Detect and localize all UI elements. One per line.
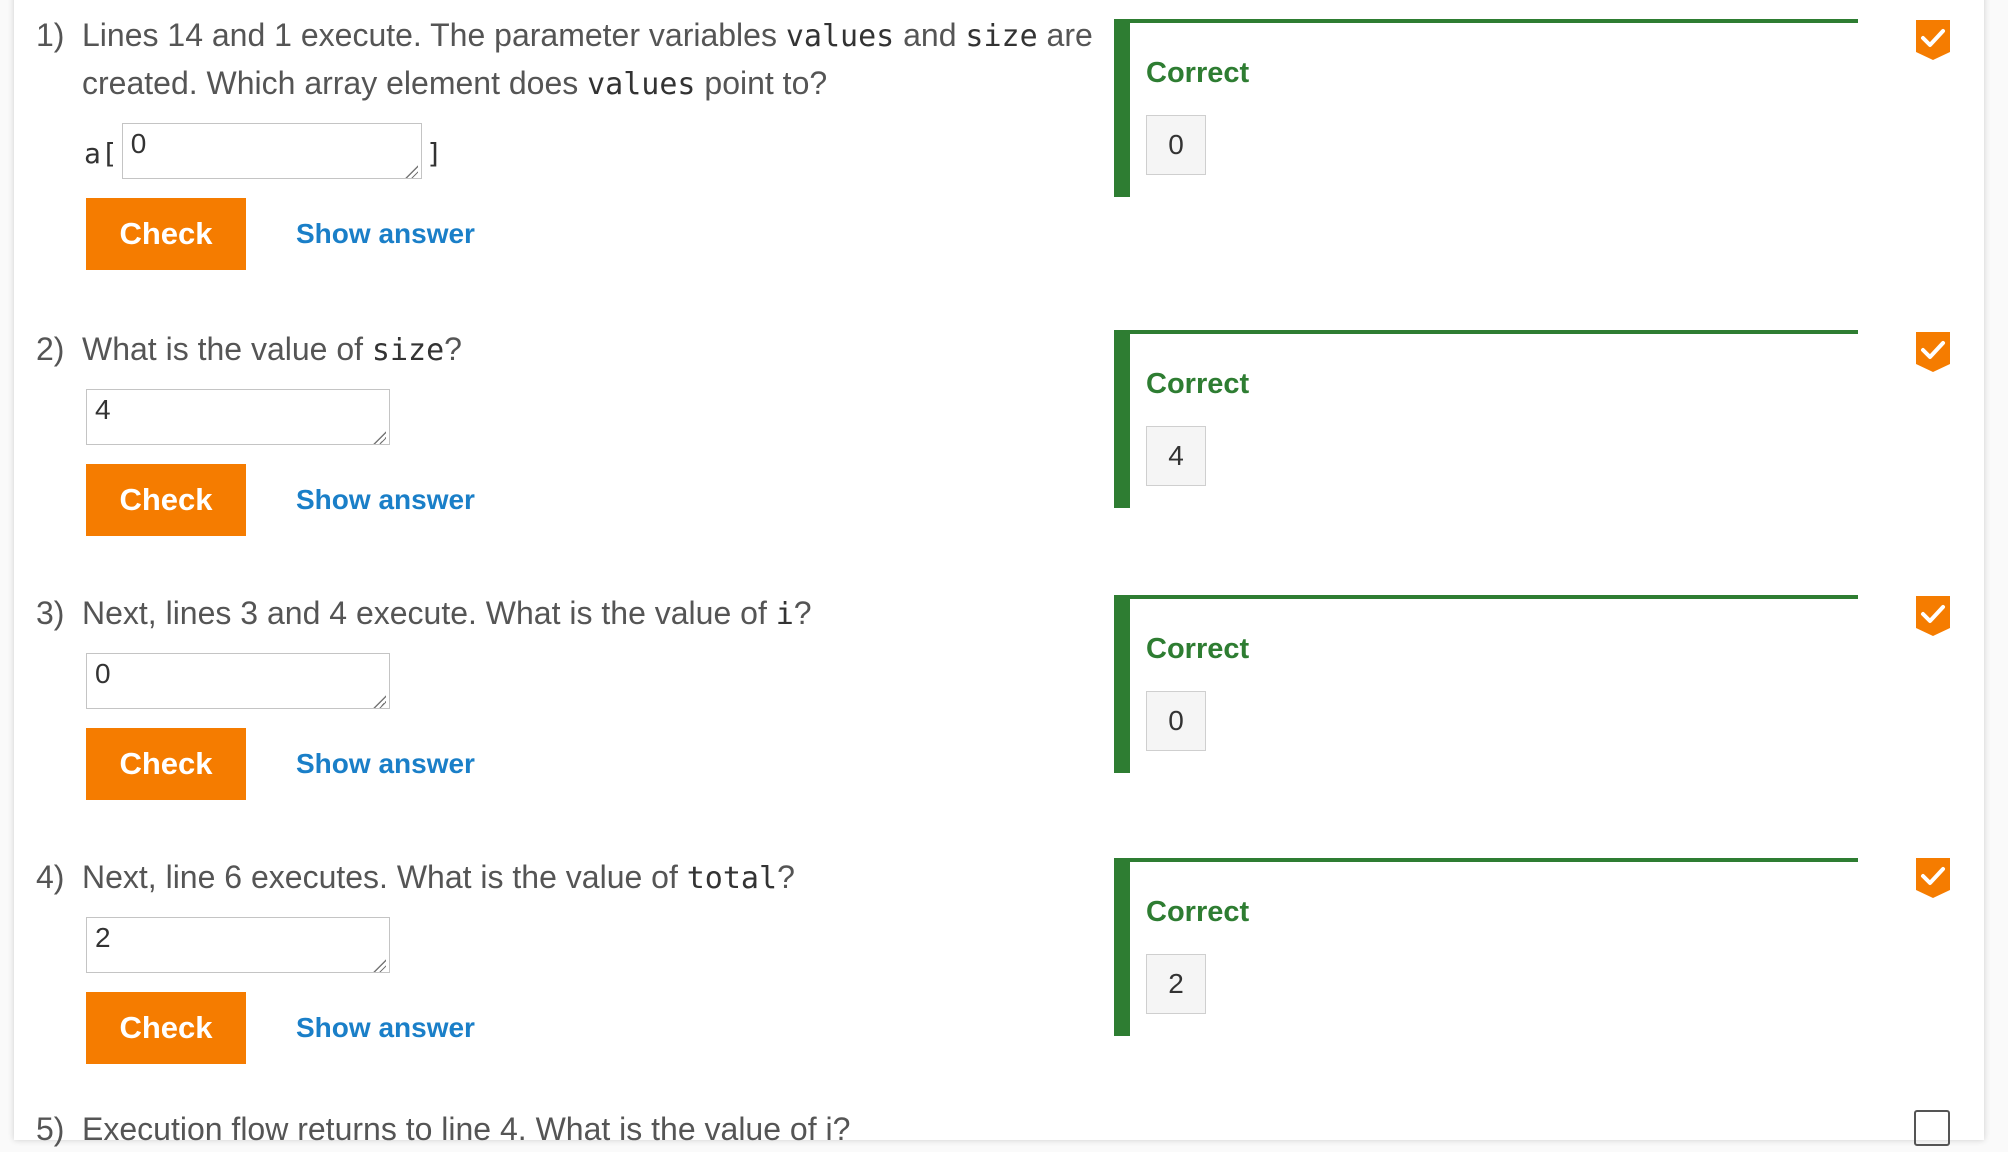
prompt-text: ?	[793, 595, 812, 631]
code-size: size	[371, 333, 445, 368]
question-4-prompt: 4) Next, line 6 executes. What is the va…	[36, 854, 1096, 902]
answer-prefix: a[	[84, 136, 118, 170]
button-row: Check Show answer	[86, 992, 1096, 1064]
prompt-text: ?	[777, 859, 795, 895]
question-1-prompt: 1) Lines 14 and 1 execute. The parameter…	[36, 12, 1096, 108]
feedback-value: 4	[1146, 426, 1206, 486]
checkmark-badge-icon	[1916, 858, 1950, 898]
prompt-text: point to?	[695, 65, 828, 101]
prompt-text: and	[894, 17, 966, 53]
prompt-text: What is the value of	[82, 331, 372, 367]
answer-input[interactable]	[86, 916, 390, 973]
feedback-label: Correct	[1146, 896, 1250, 928]
feedback-panel-1: Correct 0	[1114, 19, 1858, 197]
question-number: 4)	[36, 859, 65, 895]
prompt-text: ?	[444, 331, 462, 367]
question-1: 1) Lines 14 and 1 execute. The parameter…	[36, 12, 1096, 270]
code-i: i	[775, 597, 794, 632]
feedback-label: Correct	[1146, 368, 1250, 400]
check-button[interactable]: Check	[86, 198, 246, 270]
resize-grip-icon[interactable]	[372, 693, 386, 708]
empty-checkbox-icon	[1914, 1110, 1950, 1146]
checkmark-badge-icon	[1916, 332, 1950, 372]
checkmark-badge-icon	[1916, 20, 1950, 60]
question-number: 3)	[36, 595, 65, 631]
resize-grip-icon[interactable]	[403, 163, 418, 178]
resize-grip-icon[interactable]	[372, 957, 386, 972]
button-row: Check Show answer	[86, 728, 1096, 800]
prompt-text: Lines 14 and 1 execute. The parameter va…	[82, 17, 786, 53]
answer-input[interactable]	[121, 122, 422, 179]
feedback-value: 2	[1146, 954, 1206, 1014]
question-4: 4) Next, line 6 executes. What is the va…	[36, 854, 1096, 1064]
button-row: Check Show answer	[86, 464, 1096, 536]
answer-wrapper	[86, 388, 390, 450]
code-size: size	[965, 19, 1038, 54]
feedback-label: Correct	[1146, 57, 1250, 89]
show-answer-link[interactable]: Show answer	[296, 1012, 475, 1044]
checkmark-badge-icon	[1916, 596, 1950, 636]
question-3-prompt: 3) Next, lines 3 and 4 execute. What is …	[36, 590, 1096, 638]
answer-row	[86, 388, 1096, 450]
feedback-value: 0	[1146, 115, 1206, 175]
answer-wrapper	[86, 916, 390, 978]
feedback-panel-3: Correct 0	[1114, 595, 1858, 773]
answer-row	[86, 652, 1096, 714]
answer-wrapper	[121, 122, 422, 184]
code-values: values	[587, 67, 696, 102]
show-answer-link[interactable]: Show answer	[296, 218, 475, 250]
prompt-text: Execution flow returns to line 4. What i…	[82, 1111, 851, 1147]
question-number: 2)	[36, 331, 65, 367]
question-2-prompt: 2) What is the value of size?	[36, 326, 1096, 374]
feedback-value: 0	[1146, 691, 1206, 751]
show-answer-link[interactable]: Show answer	[296, 748, 475, 780]
answer-row: a[ ]	[84, 122, 1096, 184]
question-5-prompt: 5) Execution flow returns to line 4. Wha…	[36, 1106, 850, 1152]
check-button[interactable]: Check	[86, 728, 246, 800]
resize-grip-icon[interactable]	[372, 429, 386, 444]
button-row: Check Show answer	[86, 198, 1096, 270]
prompt-text: Next, line 6 executes. What is the value…	[82, 859, 687, 895]
show-answer-link[interactable]: Show answer	[296, 484, 475, 516]
question-number: 5)	[36, 1111, 65, 1147]
code-values: values	[785, 19, 895, 54]
feedback-panel-4: Correct 2	[1114, 858, 1858, 1036]
answer-suffix: ]	[425, 136, 443, 170]
answer-input[interactable]	[86, 388, 390, 445]
code-total: total	[686, 861, 778, 896]
prompt-text: Next, lines 3 and 4 execute. What is the…	[82, 595, 776, 631]
answer-wrapper	[86, 652, 390, 714]
question-2: 2) What is the value of size? Check Show…	[36, 326, 1096, 536]
answer-input[interactable]	[86, 652, 390, 709]
check-button[interactable]: Check	[86, 464, 246, 536]
check-button[interactable]: Check	[86, 992, 246, 1064]
answer-row	[86, 916, 1096, 978]
feedback-label: Correct	[1146, 633, 1250, 665]
question-number: 1)	[36, 17, 65, 53]
question-3: 3) Next, lines 3 and 4 execute. What is …	[36, 590, 1096, 800]
feedback-panel-2: Correct 4	[1114, 330, 1858, 508]
